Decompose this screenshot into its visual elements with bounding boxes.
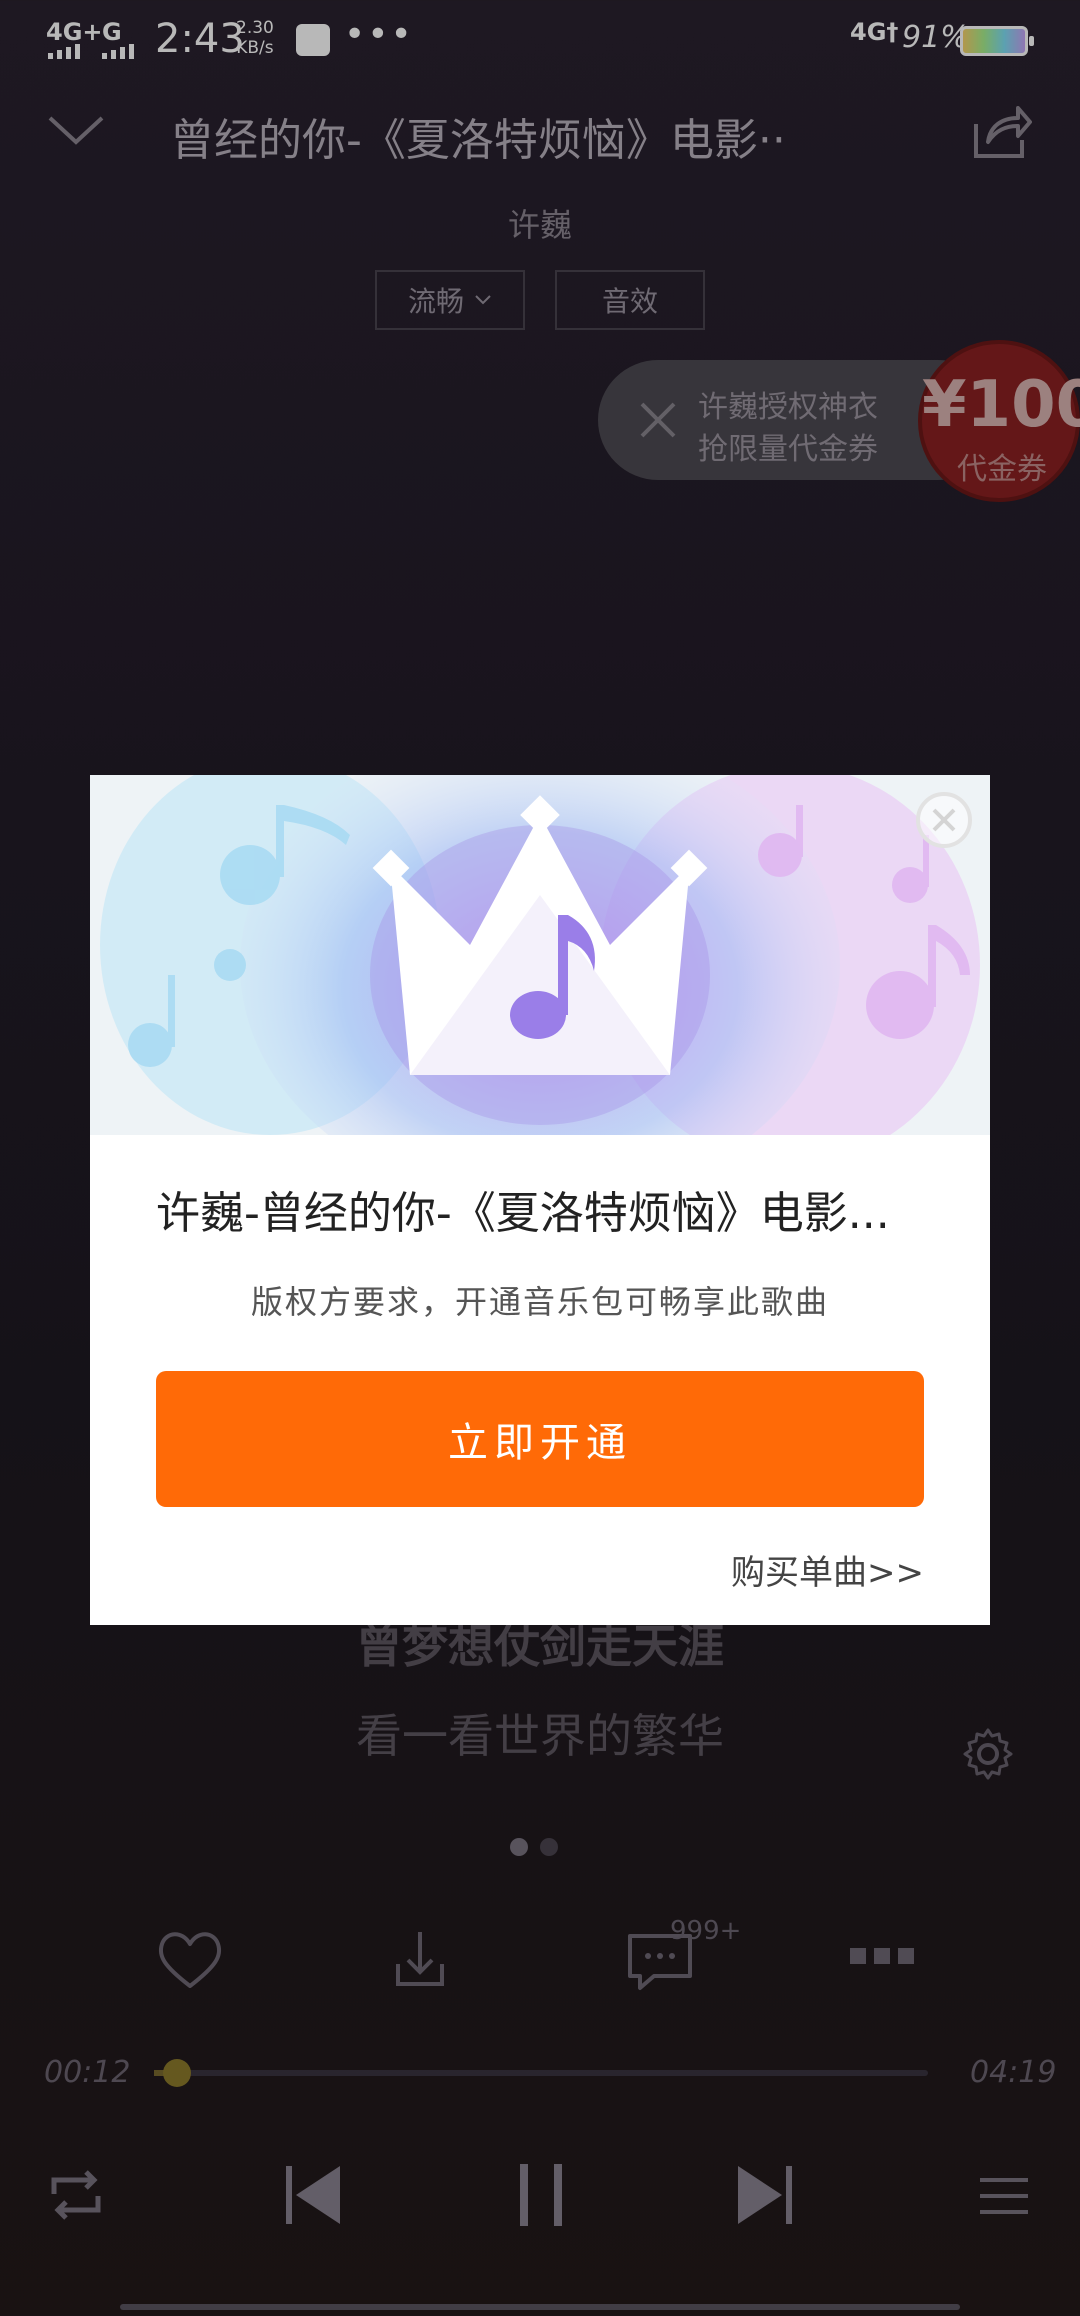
dialog-close-button[interactable] bbox=[916, 792, 972, 848]
dialog-message: 版权方要求，开通音乐包可畅享此歌曲 bbox=[250, 1283, 829, 1321]
crown-illustration bbox=[90, 775, 990, 1135]
dialog-title: 许巍-曾经的你-《夏洛特烦恼》电影... bbox=[156, 1188, 890, 1239]
activate-now-button[interactable]: 立即开通 bbox=[156, 1371, 924, 1507]
close-icon bbox=[932, 808, 956, 832]
music-package-dialog: 许巍-曾经的你-《夏洛特烦恼》电影... 版权方要求，开通音乐包可畅享此歌曲 立… bbox=[90, 775, 990, 1625]
buy-single-link[interactable]: 购买单曲>> bbox=[90, 1545, 924, 1594]
dialog-banner bbox=[90, 775, 990, 1135]
